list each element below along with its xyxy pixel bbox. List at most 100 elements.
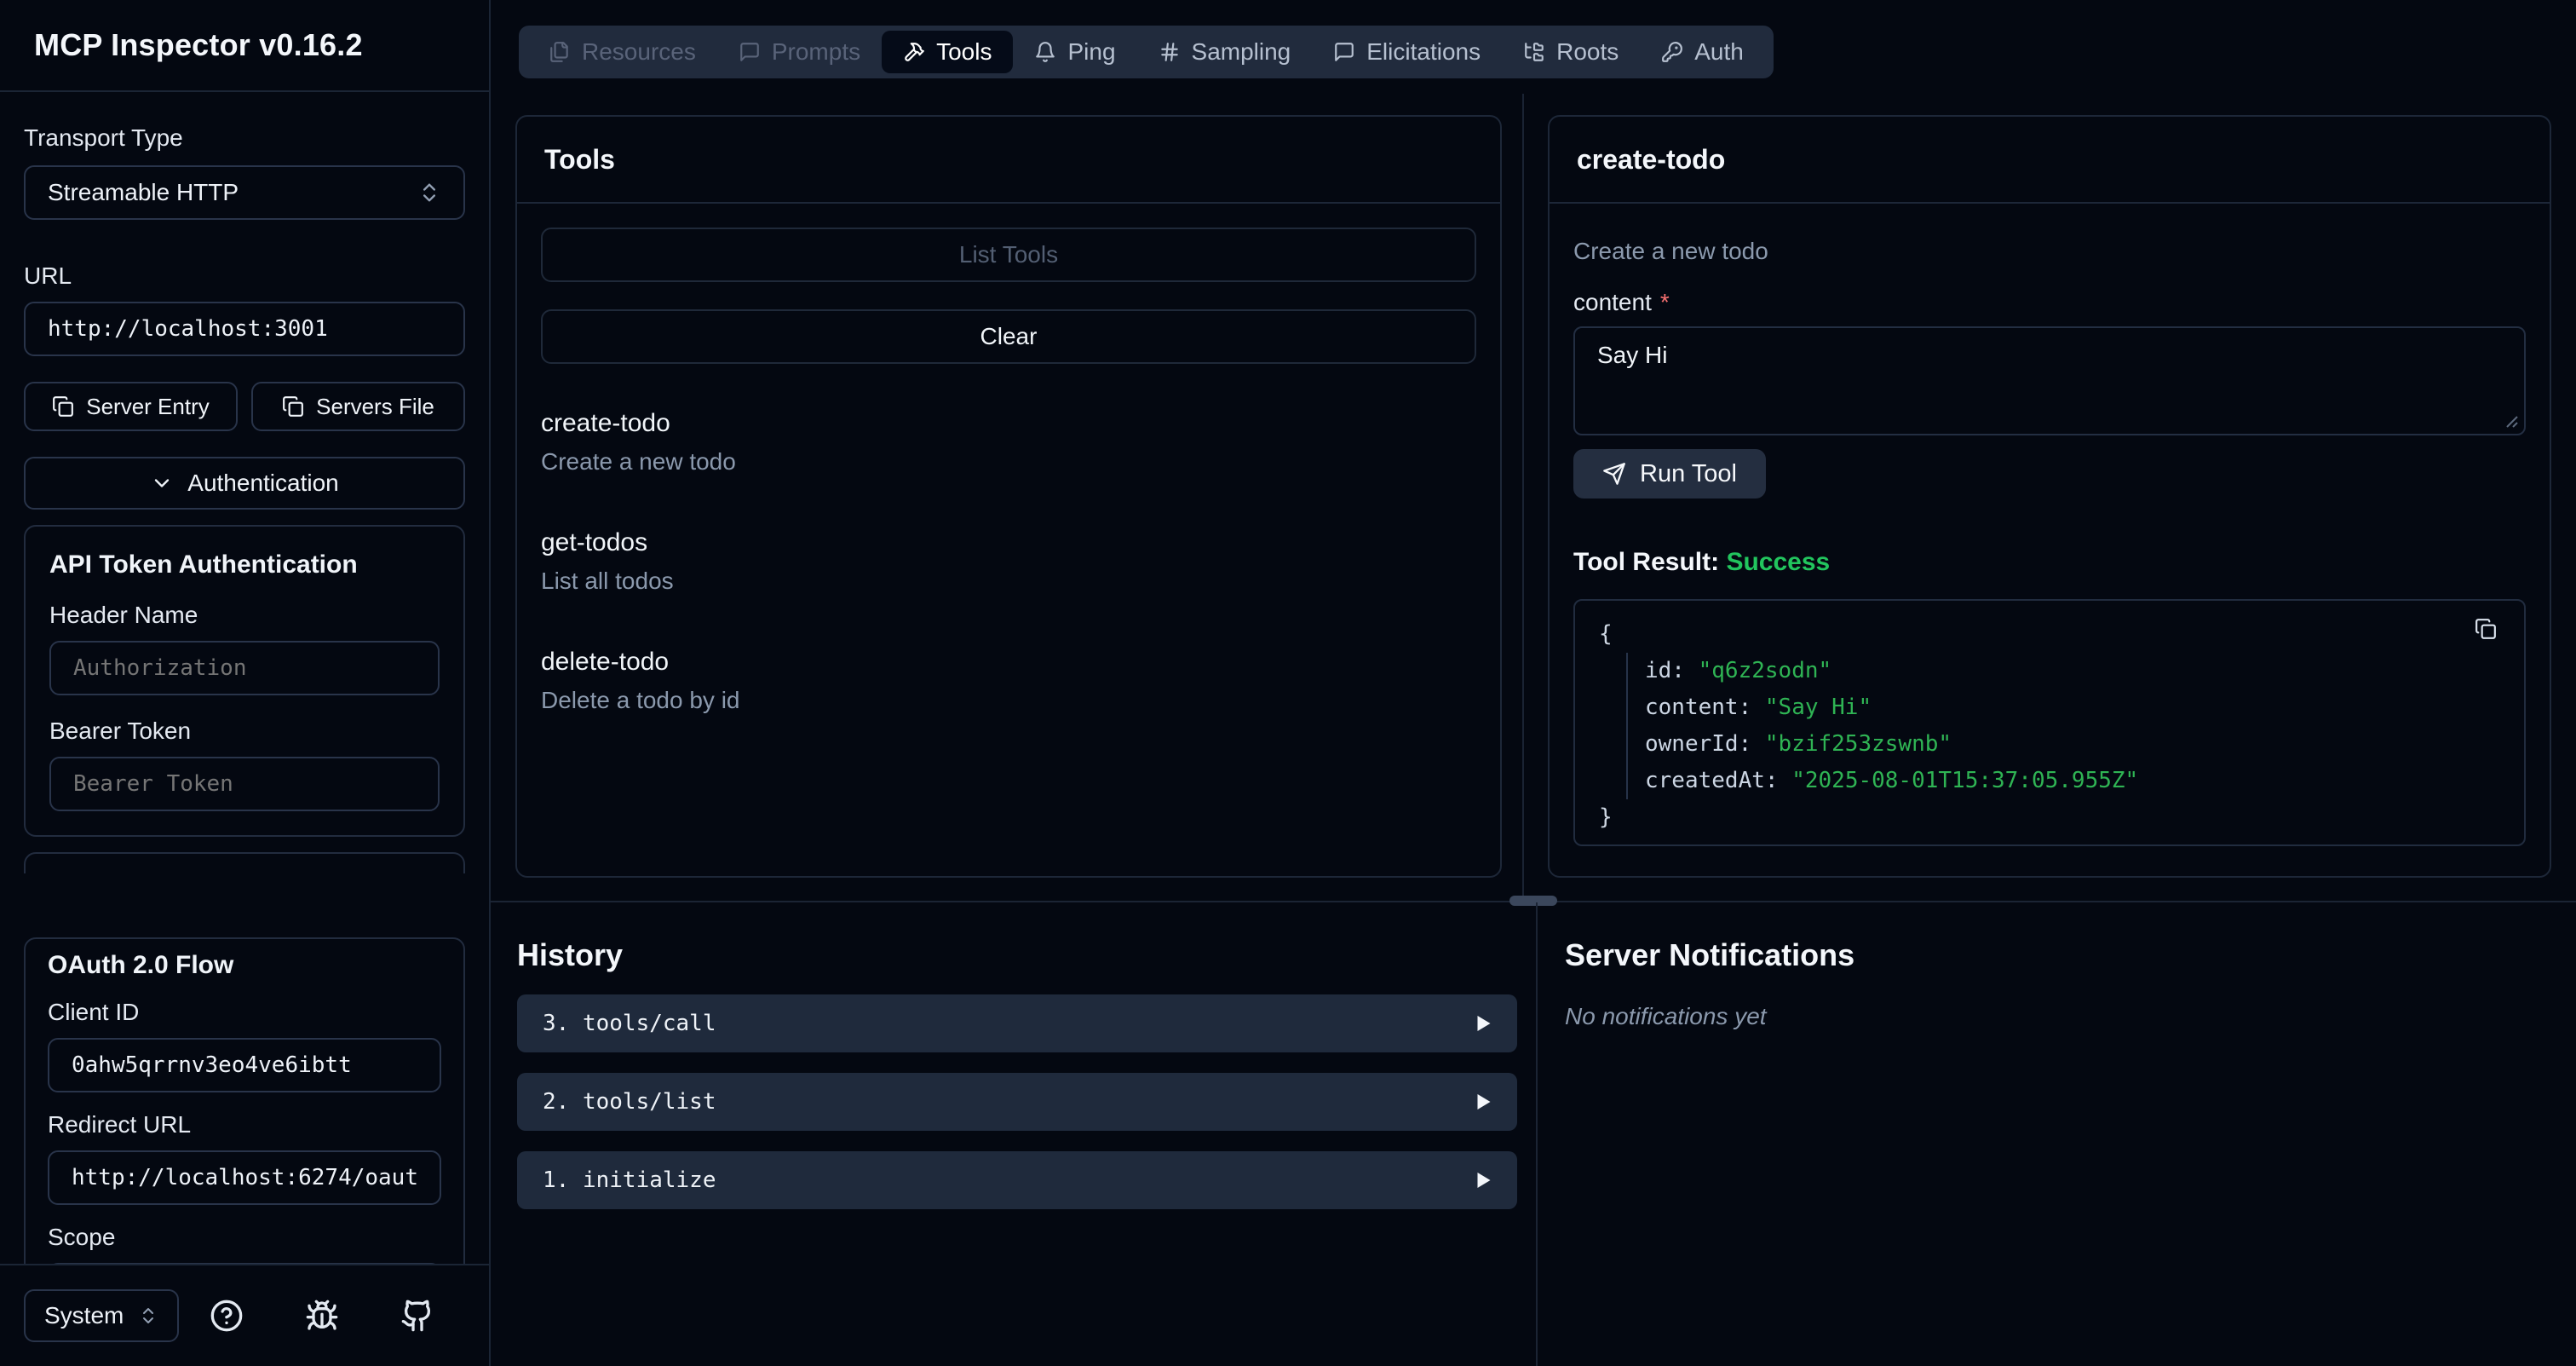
content-field-label: content* (1573, 289, 2526, 316)
main-area: Resources Prompts Tools Ping Sampling El… (491, 0, 2576, 1366)
api-token-card: API Token Authentication Header Name Bea… (24, 525, 465, 837)
history-list: 3. tools/call 2. tools/list 1. initializ… (517, 994, 1517, 1209)
panel-resize-divider[interactable] (1522, 94, 1524, 902)
history-row-tools-call[interactable]: 3. tools/call (517, 994, 1517, 1052)
sidebar-footer: System (0, 1264, 489, 1366)
sidebar-body: Transport Type Streamable HTTP URL Serve… (0, 92, 489, 1264)
bell-icon (1034, 41, 1056, 63)
copy-result-button[interactable] (2475, 618, 2497, 640)
github-icon (400, 1299, 434, 1333)
tool-item-get-todos[interactable]: get-todos List all todos (541, 527, 1476, 596)
required-asterisk: * (1660, 289, 1670, 315)
run-tool-button[interactable]: Run Tool (1573, 449, 1766, 499)
json-line: ownerId: "bzif253zswnb" (1645, 726, 2500, 763)
history-pane: History 3. tools/call 2. tools/list 1. i… (491, 902, 1538, 1366)
tab-prompts[interactable]: Prompts (717, 31, 882, 73)
tab-tools[interactable]: Tools (882, 31, 1013, 73)
sidebar-header: MCP Inspector v0.16.2 (0, 0, 489, 92)
clipped-card (24, 852, 465, 873)
chevrons-up-down-icon (417, 181, 441, 205)
tool-result-line: Tool Result: Success (1573, 548, 2526, 577)
key-icon (1661, 41, 1683, 63)
chevron-down-icon (150, 471, 174, 495)
tool-detail-description: Create a new todo (1573, 238, 2526, 265)
bug-report-button[interactable] (305, 1299, 339, 1333)
bearer-token-label: Bearer Token (49, 718, 440, 745)
tab-bar: Resources Prompts Tools Ping Sampling El… (519, 26, 1774, 78)
copy-icon (2475, 618, 2497, 640)
theme-value: System (44, 1302, 124, 1329)
authentication-toggle[interactable]: Authentication (24, 457, 465, 510)
tool-detail-panel: create-todo Create a new todo content* S… (1548, 115, 2551, 878)
tab-elicitations[interactable]: Elicitations (1312, 31, 1502, 73)
json-close-brace: } (1599, 799, 2500, 836)
hammer-icon (903, 41, 925, 63)
clear-tools-button[interactable]: Clear (541, 309, 1476, 364)
content-textarea[interactable]: Say Hi (1573, 326, 2526, 435)
json-open-brace: { (1599, 616, 2500, 653)
theme-select[interactable]: System (24, 1289, 179, 1342)
result-status-badge: Success (1726, 548, 1830, 576)
servers-file-button[interactable]: Servers File (251, 382, 465, 431)
oauth-title: OAuth 2.0 Flow (48, 951, 441, 980)
chevrons-up-down-icon (138, 1305, 158, 1326)
github-button[interactable] (400, 1299, 434, 1333)
tool-item-create-todo[interactable]: create-todo Create a new todo (541, 408, 1476, 476)
help-circle-icon (210, 1299, 244, 1333)
bug-icon (305, 1299, 339, 1333)
tab-auth[interactable]: Auth (1640, 31, 1765, 73)
history-row-tools-list[interactable]: 2. tools/list (517, 1073, 1517, 1131)
json-line: id: "q6z2sodn" (1645, 653, 2500, 689)
header-name-input[interactable] (49, 641, 440, 695)
tool-list: create-todo Create a new todo get-todos … (541, 408, 1476, 715)
expand-arrow-icon (1476, 1014, 1492, 1033)
tools-panel-title: Tools (544, 144, 615, 176)
transport-type-value: Streamable HTTP (48, 179, 239, 206)
notifications-empty-text: No notifications yet (1565, 1003, 2576, 1030)
scope-label: Scope (48, 1224, 441, 1251)
tool-detail-header: create-todo (1550, 117, 2550, 204)
json-line: createdAt: "2025-08-01T15:37:05.955Z" (1645, 763, 2500, 799)
copy-icon (282, 395, 304, 418)
server-notifications-pane: Server Notifications No notifications ye… (1539, 902, 2576, 1030)
server-notifications-title: Server Notifications (1565, 937, 2576, 974)
tool-item-delete-todo[interactable]: delete-todo Delete a todo by id (541, 647, 1476, 715)
result-json-viewer: { id: "q6z2sodn" content: "Say Hi" owner… (1573, 599, 2526, 846)
app-title: MCP Inspector v0.16.2 (34, 27, 363, 63)
send-icon (1602, 462, 1626, 486)
tab-resources[interactable]: Resources (527, 31, 717, 73)
message-square-icon (1333, 41, 1355, 63)
footer-icons (179, 1299, 465, 1333)
tools-panel: Tools List Tools Clear create-todo Creat… (515, 115, 1502, 878)
json-line: content: "Say Hi" (1645, 689, 2500, 726)
header-name-label: Header Name (49, 602, 440, 629)
hash-icon (1159, 41, 1181, 63)
redirect-url-input[interactable] (48, 1150, 441, 1205)
transport-type-select[interactable]: Streamable HTTP (24, 165, 465, 220)
expand-arrow-icon (1476, 1171, 1492, 1190)
expand-arrow-icon (1476, 1092, 1492, 1111)
transport-type-label: Transport Type (24, 124, 465, 152)
copy-buttons-row: Server Entry Servers File (24, 382, 465, 431)
list-tools-button[interactable]: List Tools (541, 228, 1476, 282)
server-entry-button[interactable]: Server Entry (24, 382, 238, 431)
files-icon (549, 41, 571, 63)
oauth-card: OAuth 2.0 Flow Client ID Redirect URL Sc… (24, 937, 465, 1264)
history-title: History (517, 937, 1517, 974)
sidebar: MCP Inspector v0.16.2 Transport Type Str… (0, 0, 491, 1366)
redirect-url-label: Redirect URL (48, 1111, 441, 1138)
tab-ping[interactable]: Ping (1013, 31, 1136, 73)
tab-sampling[interactable]: Sampling (1137, 31, 1313, 73)
folder-tree-icon (1523, 41, 1545, 63)
url-label: URL (24, 262, 465, 290)
copy-icon (52, 395, 74, 418)
tab-roots[interactable]: Roots (1502, 31, 1640, 73)
bearer-token-input[interactable] (49, 757, 440, 811)
help-button[interactable] (210, 1299, 244, 1333)
api-token-title: API Token Authentication (49, 550, 440, 579)
tool-detail-title: create-todo (1577, 144, 1725, 176)
history-row-initialize[interactable]: 1. initialize (517, 1151, 1517, 1209)
url-input[interactable] (24, 302, 465, 356)
client-id-input[interactable] (48, 1038, 441, 1092)
client-id-label: Client ID (48, 999, 441, 1026)
